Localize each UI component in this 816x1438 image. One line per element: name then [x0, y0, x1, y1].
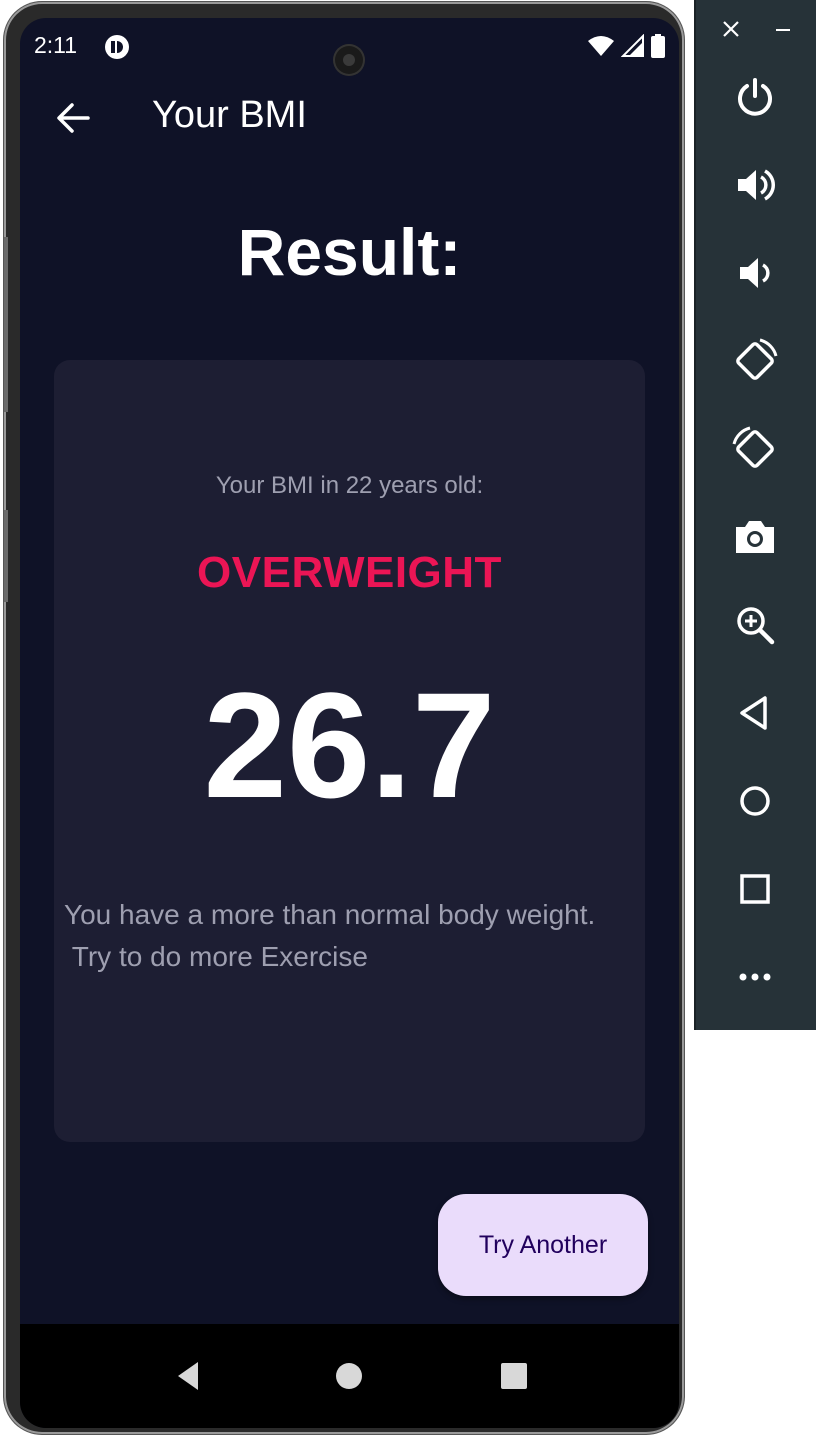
overview-icon [740, 874, 770, 904]
rotate-left-icon [736, 338, 778, 380]
device-screen: 2:11 Your BMI Result: Your BMI in 22 yea… [20, 18, 679, 1428]
front-camera [333, 44, 365, 76]
toolbar-home-button[interactable] [730, 776, 780, 826]
rotate-right-icon [732, 426, 774, 468]
nav-back-button[interactable] [168, 1354, 212, 1398]
screenshot-button[interactable] [730, 512, 780, 562]
square-overview-icon [501, 1363, 527, 1389]
toolbar-overview-button[interactable] [730, 864, 780, 914]
try-another-button[interactable]: Try Another [438, 1194, 648, 1296]
back-button[interactable] [50, 94, 98, 142]
status-bar: 2:11 [20, 18, 679, 78]
bmi-age-label: Your BMI in 22 years old: [215, 472, 484, 499]
app-bar: Your BMI [20, 78, 679, 162]
power-key [4, 510, 8, 602]
arrow-left-icon [57, 103, 90, 133]
close-button[interactable] [720, 18, 742, 40]
rotate-right-button[interactable] [730, 424, 780, 474]
volume-down-icon [740, 258, 770, 288]
close-icon [723, 21, 739, 37]
bmi-advice: You have a more than normal body weight.… [64, 899, 596, 972]
emulator-toolbar [694, 0, 816, 1030]
status-icons [587, 33, 665, 62]
power-icon [738, 78, 772, 116]
zoom-button[interactable] [730, 600, 780, 650]
more-options-button[interactable] [730, 952, 780, 1002]
result-card: Your BMI in 22 years old: OVERWEIGHT 26.… [54, 360, 645, 1142]
status-time: 2:11 [34, 32, 78, 58]
volume-down-button[interactable] [730, 248, 780, 298]
bmi-status: OVERWEIGHT [197, 548, 502, 597]
volume-rocker [4, 237, 8, 412]
nav-overview-button[interactable] [492, 1354, 536, 1398]
page-title: Your BMI [152, 94, 307, 136]
minimize-button[interactable] [772, 18, 794, 40]
home-icon [740, 786, 770, 816]
toolbar-header [696, 0, 816, 60]
notification-app-icon [104, 34, 130, 60]
signal-icon [620, 33, 645, 62]
more-icon [739, 973, 771, 981]
power-button[interactable] [730, 72, 780, 122]
zoom-icon [737, 607, 775, 645]
result-heading: Result: [237, 215, 462, 289]
triangle-back-icon [178, 1362, 198, 1390]
rotate-left-button[interactable] [730, 336, 780, 386]
nav-home-button[interactable] [327, 1354, 371, 1398]
system-nav-bar [20, 1324, 679, 1428]
device-frame: 2:11 Your BMI Result: Your BMI in 22 yea… [4, 2, 684, 1434]
minimize-icon [776, 29, 790, 31]
back-icon [740, 696, 767, 730]
camera-icon [736, 521, 774, 553]
circle-home-icon [336, 1363, 362, 1389]
bmi-value: 26.7 [203, 661, 496, 829]
volume-up-icon [738, 169, 775, 201]
volume-up-button[interactable] [730, 160, 780, 210]
toolbar-back-button[interactable] [730, 688, 780, 738]
battery-icon [651, 34, 665, 62]
wifi-icon [587, 34, 615, 62]
